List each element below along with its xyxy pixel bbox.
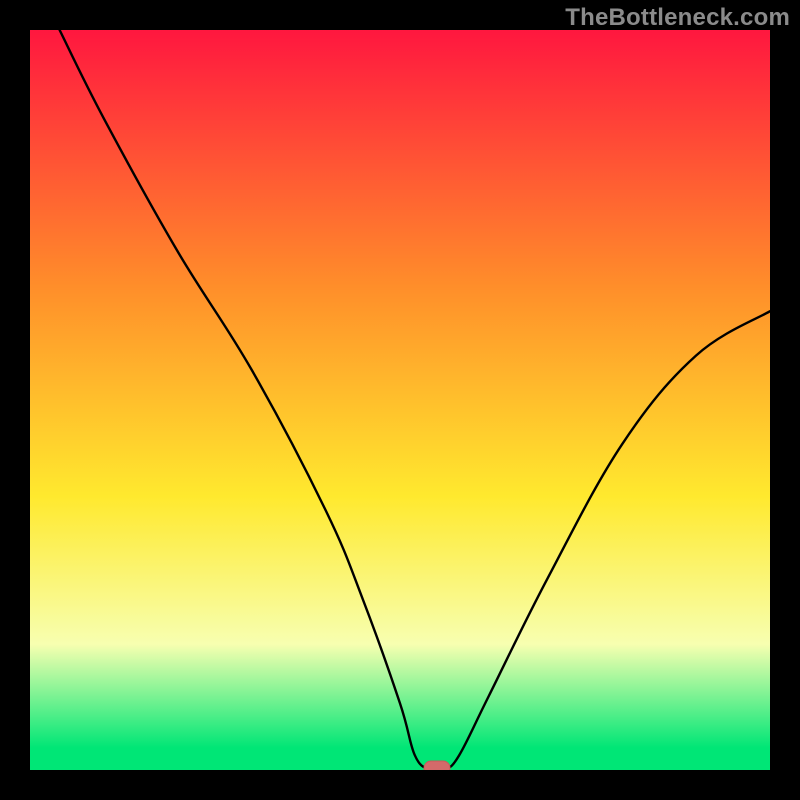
watermark-text: TheBottleneck.com (565, 4, 790, 32)
border-right (770, 0, 800, 800)
border-left (0, 0, 30, 800)
plot-background (30, 30, 770, 770)
chart-stage: TheBottleneck.com (0, 0, 800, 800)
border-bottom (0, 770, 800, 800)
chart-svg (0, 0, 800, 800)
